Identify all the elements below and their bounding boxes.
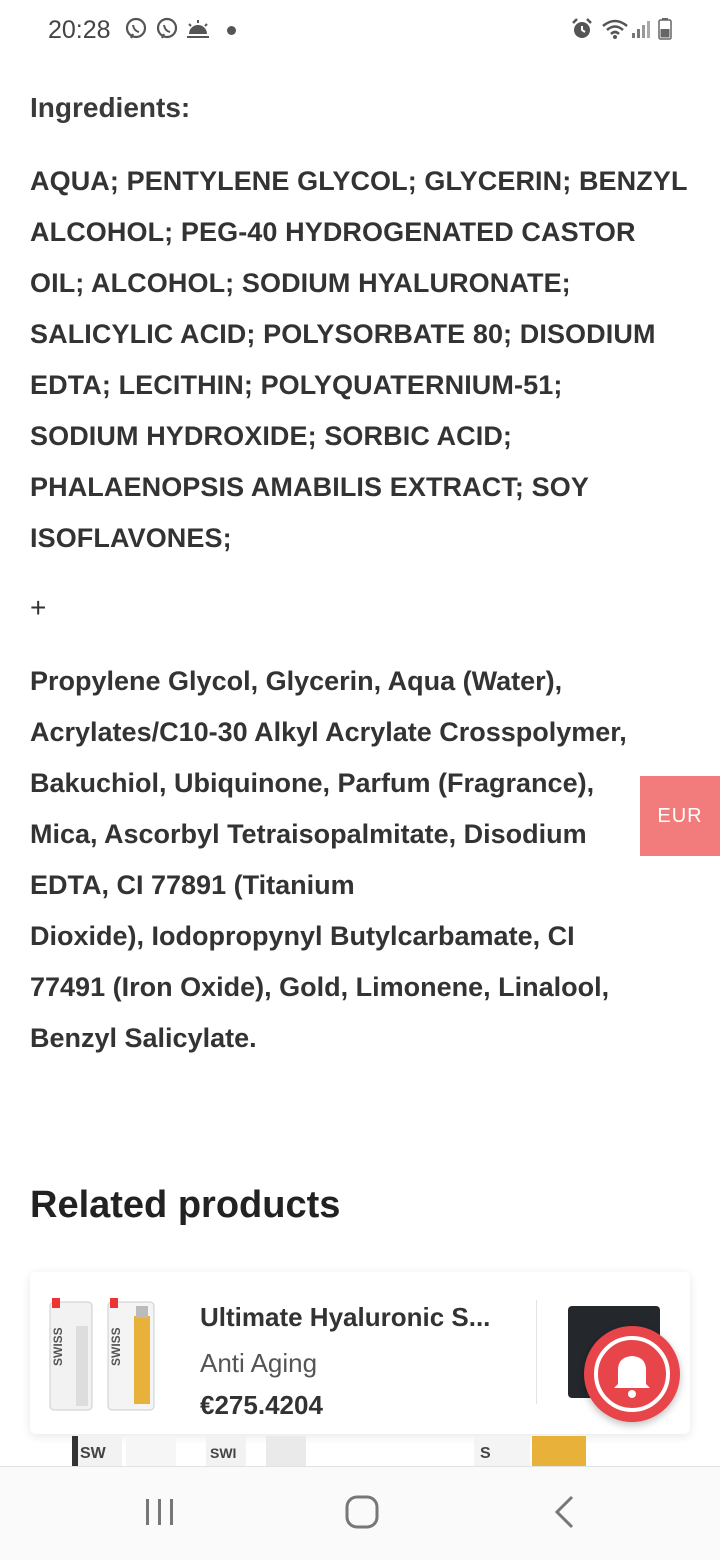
ingredients-line: Dioxide), Iodopropynyl Butylcarbamate, C… [30, 921, 575, 951]
ingredients-line: Acrylates/C10-30 Alkyl Acrylate Crosspol… [30, 717, 627, 747]
currency-switcher-tab[interactable]: EUR [640, 776, 720, 856]
bell-icon [594, 1336, 670, 1412]
ingredients-line: Benzyl Salicylate. [30, 1023, 257, 1053]
signal-icon [630, 14, 652, 44]
ingredients-line: ALCOHOL; PEG-40 HYDROGENATED CASTOR [30, 217, 636, 247]
ingredients-line: 77491 (Iron Oxide), Gold, Limonene, Lina… [30, 972, 610, 1002]
product-image-peek: S [474, 1436, 586, 1466]
product-name[interactable]: Ultimate Hyaluronic S... [200, 1302, 490, 1333]
ingredients-line: AQUA; PENTYLENE GLYCOL; GLYCERIN; BENZYL [30, 166, 688, 196]
svg-text:SWISS: SWISS [51, 1327, 65, 1366]
alarm-icon [568, 14, 596, 44]
svg-text:SWI: SWI [210, 1445, 236, 1461]
ingredients-heading: Ingredients: [30, 92, 191, 123]
viber-icon [122, 14, 150, 44]
notification-dot [227, 26, 236, 35]
wifi-icon [600, 14, 630, 44]
ingredients-separator: + [30, 592, 47, 623]
related-products-title: Related products [30, 1184, 341, 1226]
ingredients-line: Propylene Glycol, Glycerin, Aqua (Water)… [30, 666, 563, 696]
ingredients-line: Mica, Ascorbyl Tetraisopalmitate, Disodi… [30, 819, 587, 849]
svg-text:SWISS: SWISS [109, 1327, 123, 1366]
product-image-peek: SWI [206, 1436, 306, 1466]
ingredients-list-primary: AQUA; PENTYLENE GLYCOL; GLYCERIN; BENZYL… [30, 156, 695, 564]
battery-icon [656, 14, 674, 44]
product-price: €275.4204 [200, 1390, 323, 1420]
back-icon[interactable] [534, 1487, 594, 1537]
svg-text:SW: SW [80, 1445, 107, 1462]
svg-text:S: S [480, 1445, 491, 1462]
product-image-peek: SW [72, 1436, 182, 1466]
ingredients-line: OIL; ALCOHOL; SODIUM HYALURONATE; [30, 268, 571, 298]
notification-bell-button[interactable] [584, 1326, 680, 1422]
viber-icon [153, 14, 181, 44]
system-nav-bar [0, 1466, 720, 1560]
ingredients-line: Bakuchiol, Ubiquinone, Parfum (Fragrance… [30, 768, 595, 798]
product-category[interactable]: Anti Aging [200, 1348, 317, 1379]
ingredients-line: SODIUM HYDROXIDE; SORBIC ACID; [30, 421, 513, 451]
product-image[interactable]: SWISS SWISS [42, 1296, 162, 1416]
recent-apps-icon[interactable] [130, 1487, 190, 1537]
ingredients-line: EDTA, CI 77891 (Titanium [30, 870, 355, 900]
status-time: 20:28 [48, 16, 111, 44]
weather-icon [184, 14, 212, 44]
ingredients-line: EDTA; LECITHIN; POLYQUATERNIUM-51; [30, 370, 563, 400]
ingredients-line: PHALAENOPSIS AMABILIS EXTRACT; SOY [30, 472, 589, 502]
status-bar: 20:28 [0, 0, 720, 60]
home-icon[interactable] [332, 1487, 392, 1537]
ingredients-line: SALICYLIC ACID; POLYSORBATE 80; DISODIUM [30, 319, 656, 349]
product-bottles-image: SWISS SWISS [49, 1298, 155, 1411]
card-divider [536, 1300, 537, 1404]
ingredients-line: ISOFLAVONES; [30, 523, 232, 553]
ingredients-list-secondary: Propylene Glycol, Glycerin, Aqua (Water)… [30, 656, 690, 1064]
